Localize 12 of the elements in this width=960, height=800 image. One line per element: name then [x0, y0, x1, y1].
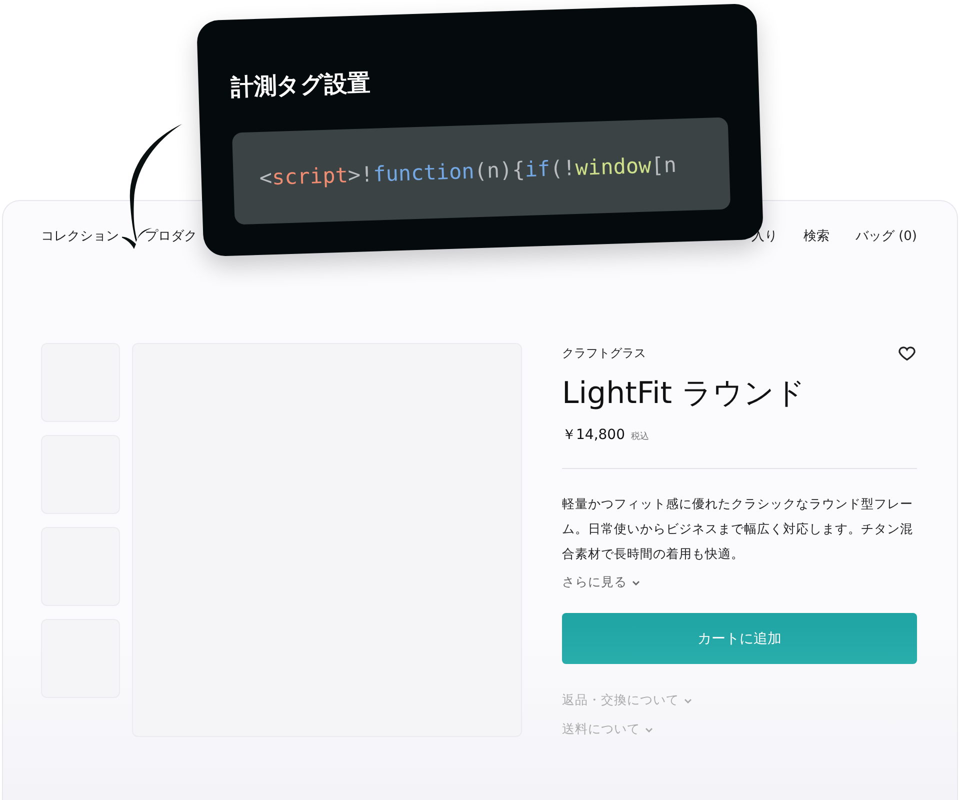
product-description: 軽量かつフィット感に優れたクラシックなラウンド型フレーム。日常使いからビジネスまで幅広く対応します。チタン混合素材で長時間の着用も快適。 — [562, 495, 914, 563]
price: ￥14,800 — [562, 426, 625, 444]
code-line: <script>!function(n){if(!window[n — [259, 152, 677, 190]
see-more-link[interactable]: さらに見る — [562, 574, 641, 591]
tax-note: 税込 — [631, 430, 649, 443]
brand-name: クラフトグラス — [562, 344, 646, 362]
nav-link[interactable]: プロダク — [145, 227, 197, 245]
card-title: 計測タグ設置 — [230, 69, 372, 103]
nav-link[interactable]: バッグ (0) — [855, 227, 917, 245]
product-title: LightFit ラウンド — [562, 375, 807, 413]
nav-link[interactable]: 検索 — [803, 227, 830, 245]
nav-link[interactable]: コレクション — [41, 227, 119, 245]
